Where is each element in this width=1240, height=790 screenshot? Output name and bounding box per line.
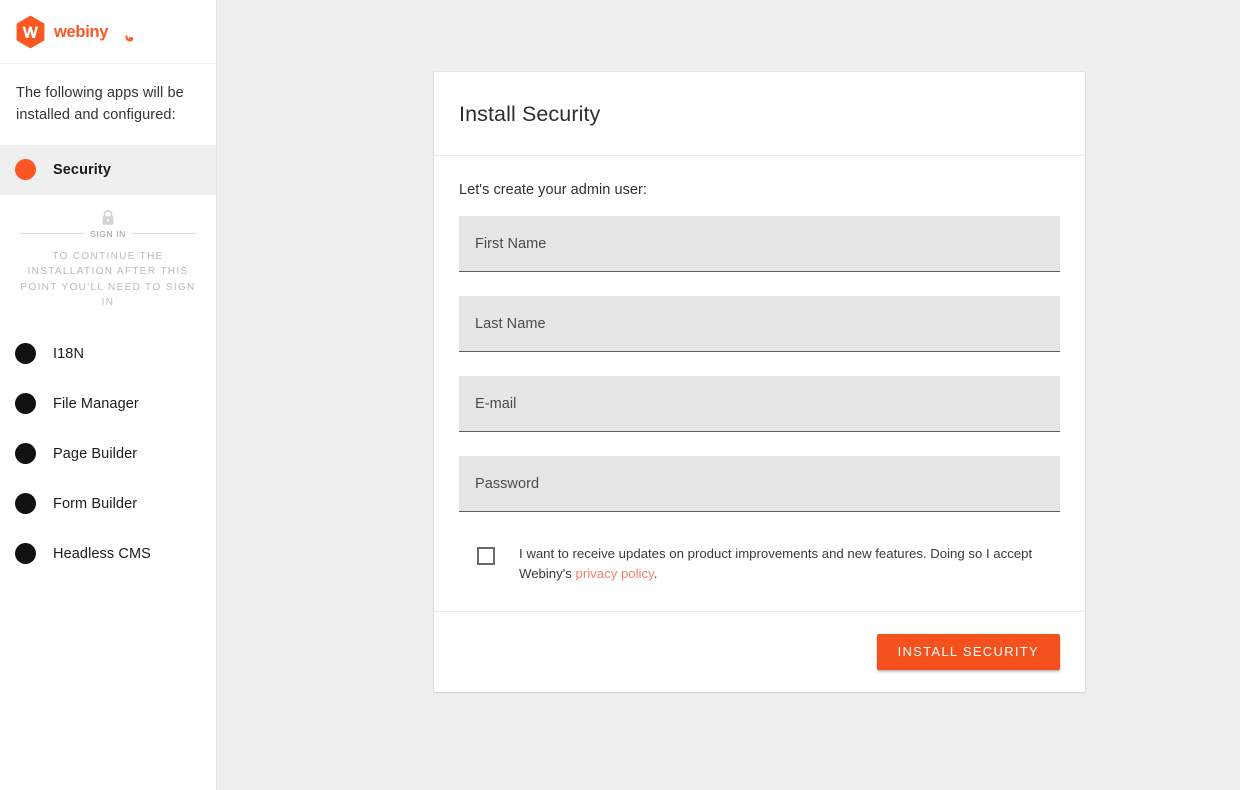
status-dot-icon	[15, 443, 36, 465]
email-label: E-mail	[475, 395, 517, 412]
sidebar-item-i18n[interactable]: I18N	[0, 329, 216, 379]
sidebar-item-file-manager[interactable]: File Manager	[0, 379, 216, 429]
newsletter-checkbox[interactable]	[477, 547, 495, 565]
status-dot-icon	[15, 159, 36, 181]
sidebar-item-page-builder[interactable]: Page Builder	[0, 429, 216, 479]
last-name-field[interactable]: Last Name	[459, 296, 1060, 352]
signin-divider: SIGN IN	[8, 229, 208, 239]
webiny-wordmark: webiny	[53, 21, 136, 43]
divider-line-left	[20, 233, 85, 235]
privacy-policy-link[interactable]: privacy policy	[576, 566, 654, 581]
last-name-label: Last Name	[475, 315, 546, 332]
status-dot-icon	[15, 493, 36, 515]
sidebar-item-label: Page Builder	[53, 445, 138, 462]
main-content: Install Security Let's create your admin…	[217, 0, 1240, 790]
consent-text: I want to receive updates on product imp…	[519, 544, 1051, 585]
sidebar-intro-text: The following apps will be installed and…	[16, 85, 184, 124]
lock-icon	[100, 209, 116, 227]
first-name-label: First Name	[475, 235, 547, 252]
sidebar-item-label: File Manager	[53, 395, 139, 412]
install-security-button[interactable]: INSTALL SECURITY	[876, 633, 1060, 670]
signin-note-text: TO CONTINUE THE INSTALLATION AFTER THIS …	[20, 250, 196, 309]
card-body: Let's create your admin user: First Name…	[434, 156, 1085, 585]
sidebar-item-label: Form Builder	[53, 495, 138, 512]
sidebar-item-label: Security	[53, 161, 112, 178]
password-field[interactable]: Password	[459, 456, 1060, 512]
consent-row: I want to receive updates on product imp…	[459, 512, 1060, 585]
sidebar-app-list: I18N File Manager Page Builder Form Buil…	[0, 321, 216, 579]
webiny-hexagon-logo-icon	[15, 15, 46, 49]
divider-line-right	[131, 233, 196, 235]
sidebar-item-form-builder[interactable]: Form Builder	[0, 479, 216, 529]
card-header: Install Security	[434, 72, 1085, 156]
consent-text-after: .	[653, 566, 658, 582]
form-lead-text: Let's create your admin user:	[459, 182, 647, 198]
first-name-field[interactable]: First Name	[459, 216, 1060, 272]
svg-text:webiny: webiny	[54, 23, 109, 41]
status-dot-icon	[15, 343, 36, 365]
password-label: Password	[475, 475, 540, 492]
sidebar-item-label: Headless CMS	[53, 545, 151, 562]
sidebar-item-headless-cms[interactable]: Headless CMS	[0, 529, 216, 579]
sidebar-item-security[interactable]: Security	[0, 144, 216, 195]
sidebar-logo[interactable]: webiny	[0, 0, 216, 64]
card-footer: INSTALL SECURITY	[434, 610, 1085, 692]
signin-notice: SIGN IN TO CONTINUE THE INSTALLATION AFT…	[0, 195, 216, 321]
signin-divider-label: SIGN IN	[90, 228, 126, 239]
status-dot-icon	[15, 393, 36, 415]
install-wizard-page: webiny The following apps will be instal…	[0, 0, 1240, 790]
install-security-card: Install Security Let's create your admin…	[434, 72, 1085, 692]
page-title: Install Security	[459, 102, 601, 126]
sidebar: webiny The following apps will be instal…	[0, 0, 217, 790]
sidebar-item-label: I18N	[53, 345, 85, 362]
email-field[interactable]: E-mail	[459, 376, 1060, 432]
status-dot-icon	[15, 543, 36, 565]
